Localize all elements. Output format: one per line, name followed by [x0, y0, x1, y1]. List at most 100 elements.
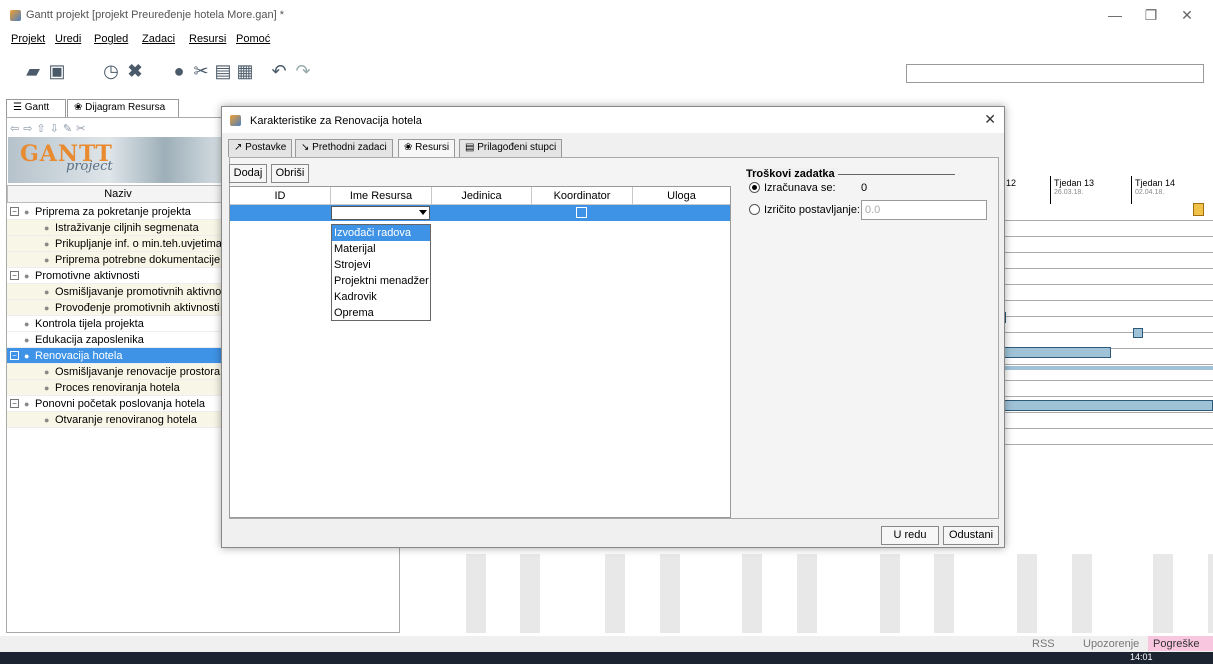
column-header-coordinator[interactable]: Koordinator — [532, 187, 633, 205]
dropdown-option[interactable]: Strojevi — [332, 257, 430, 273]
task-row[interactable]: ● Osmišljavanje renovacije prostora — [7, 364, 229, 380]
weekend-stripe — [880, 554, 900, 633]
resource-table[interactable]: ID Ime Resursa Jedinica Koordinator Ulog… — [229, 186, 731, 518]
tab-resource-chart[interactable]: ❀ Dijagram Resursa — [67, 99, 179, 117]
chevron-down-icon[interactable] — [419, 210, 427, 215]
column-header-role[interactable]: Uloga — [633, 187, 730, 205]
info-icon[interactable]: ● — [168, 60, 190, 82]
warnings-link[interactable]: Upozorenje — [1083, 638, 1139, 650]
save-icon[interactable]: ▣ — [46, 60, 68, 82]
calculated-radio[interactable] — [749, 182, 760, 193]
tab-resursi[interactable]: ❀ Resursi — [398, 139, 456, 158]
close-window-button[interactable]: ✕ — [1172, 4, 1202, 26]
task-name: Promotivne aktivnosti — [35, 270, 140, 282]
task-row[interactable]: ● Edukacija zaposlenika — [7, 332, 229, 348]
delete-button[interactable]: Obriši — [271, 164, 309, 183]
task-row[interactable]: ● Provođenje promotivnih aktivnosti — [7, 300, 229, 316]
task-bar[interactable] — [1000, 400, 1213, 411]
resource-name-combobox[interactable] — [331, 206, 430, 220]
weekend-stripe — [1208, 554, 1213, 633]
dropdown-option[interactable]: Kadrovik — [332, 289, 430, 305]
menu-resursi[interactable]: Resursi — [189, 33, 226, 45]
menu-zadaci[interactable]: Zadaci — [142, 33, 175, 45]
table-row[interactable] — [230, 205, 730, 221]
errors-link[interactable]: Pogreške — [1148, 636, 1213, 651]
dialog-close-button[interactable]: ✕ — [984, 111, 996, 128]
menu-pomoc[interactable]: Pomoć — [236, 33, 270, 45]
task-row[interactable]: − ● Promotivne aktivnosti — [7, 268, 229, 284]
menu-pogled[interactable]: Pogled — [94, 33, 128, 45]
explicit-label: Izričito postavljanje: — [764, 204, 860, 216]
minimize-button[interactable]: — — [1100, 4, 1130, 26]
chart-row-line — [1000, 396, 1213, 397]
task-bullet-icon: ● — [44, 303, 50, 313]
collapse-icon[interactable]: − — [10, 207, 19, 216]
task-name: Priprema za pokretanje projekta — [35, 206, 191, 218]
task-bar[interactable] — [1133, 328, 1143, 338]
redo-icon[interactable]: ↷ — [292, 60, 314, 82]
column-header-resource-name[interactable]: Ime Resursa — [331, 187, 432, 205]
cancel-button[interactable]: Odustani — [943, 526, 999, 545]
task-row[interactable]: ● Priprema potrebne dokumentacije — [7, 252, 229, 268]
task-row[interactable]: ● Prikupljanje inf. o min.teh.uvjetima — [7, 236, 229, 252]
status-bar: RSS Upozorenje Pogreške — [0, 636, 1213, 652]
task-row[interactable]: − ● Renovacija hotela — [7, 348, 229, 364]
dropdown-option[interactable]: Materijal — [332, 241, 430, 257]
task-row[interactable]: ● Osmišljavanje promotivnih aktivnosti — [7, 284, 229, 300]
tab-gantt[interactable]: ☰ Gantt — [6, 99, 66, 117]
menu-projekt[interactable]: Projekt — [11, 33, 45, 45]
tab-prethodni-zadaci[interactable]: ↘ Prethodni zadaci — [295, 139, 393, 157]
column-header-unit[interactable]: Jedinica — [432, 187, 532, 205]
note-icon[interactable] — [1193, 203, 1204, 216]
task-name: Renovacija hotela — [35, 350, 123, 362]
coordinator-checkbox[interactable] — [576, 207, 587, 218]
cut-icon[interactable]: ✂ — [190, 60, 212, 82]
weekend-stripe — [934, 554, 954, 633]
collapse-icon[interactable]: − — [10, 271, 19, 280]
task-row[interactable]: − ● Ponovni početak poslovanja hotela — [7, 396, 229, 412]
resource-dropdown-list[interactable]: Izvođači radova Materijal Strojevi Proje… — [331, 224, 431, 321]
dropdown-option[interactable]: Projektni menadžer — [332, 273, 430, 289]
maximize-button[interactable]: ❐ — [1136, 4, 1166, 26]
task-bullet-icon: ● — [24, 335, 30, 345]
dropdown-option[interactable]: Izvođači radova — [332, 225, 430, 241]
explicit-radio[interactable] — [749, 204, 760, 215]
os-taskbar: 14:01 — [0, 652, 1213, 664]
dropdown-option[interactable]: Oprema — [332, 305, 430, 321]
undo-icon[interactable]: ↶ — [268, 60, 290, 82]
chart-row-line — [1000, 428, 1213, 429]
task-row[interactable]: ● Proces renoviranja hotela — [7, 380, 229, 396]
summary-bar[interactable] — [1000, 366, 1213, 370]
column-header-id[interactable]: ID — [230, 187, 331, 205]
clock-icon[interactable]: ◷ — [100, 60, 122, 82]
task-row[interactable]: − ● Priprema za pokretanje projekta — [7, 204, 229, 220]
task-name: Osmišljavanje promotivnih aktivnosti — [55, 286, 229, 298]
logo-sub: project — [66, 159, 113, 174]
tab-prilagodeni-stupci[interactable]: ▤ Prilagođeni stupci — [459, 139, 563, 157]
open-folder-icon[interactable]: ▰ — [22, 60, 44, 82]
task-name: Otvaranje renoviranog hotela — [55, 414, 197, 426]
chart-row-line — [1000, 316, 1213, 317]
explicit-cost-input[interactable]: 0.0 — [861, 200, 987, 220]
add-button[interactable]: Dodaj — [229, 164, 267, 183]
delete-icon[interactable]: ✖ — [124, 60, 146, 82]
task-bar[interactable] — [1000, 347, 1111, 358]
tab-prethodni-zadaci-label: Prethodni zadaci — [312, 142, 387, 153]
task-row[interactable]: ● Kontrola tijela projekta — [7, 316, 229, 332]
window-title-bar: Gantt projekt [projekt Preuređenje hotel… — [0, 0, 1213, 30]
search-input[interactable] — [906, 64, 1204, 83]
menu-uredi[interactable]: Uredi — [55, 33, 81, 45]
copy-icon[interactable]: ▤ — [212, 60, 234, 82]
collapse-icon[interactable]: − — [10, 399, 19, 408]
dialog-app-icon — [230, 115, 241, 126]
ok-button[interactable]: U redu — [881, 526, 939, 545]
task-row[interactable]: ● Istraživanje ciljnih segmenata — [7, 220, 229, 236]
task-row[interactable]: ● Otvaranje renoviranog hotela — [7, 412, 229, 428]
paste-icon[interactable]: ▦ — [234, 60, 256, 82]
collapse-icon[interactable]: − — [10, 351, 19, 360]
week-header-13: Tjedan 13 26.03.18. — [1050, 176, 1094, 204]
rss-link[interactable]: RSS — [1032, 638, 1055, 650]
tab-postavke[interactable]: ↗ Postavke — [228, 139, 293, 157]
task-name-column-header[interactable]: Naziv — [7, 185, 229, 203]
tree-nav-icons[interactable]: ⇦⇨⇧⇩✎✂ — [10, 122, 89, 135]
